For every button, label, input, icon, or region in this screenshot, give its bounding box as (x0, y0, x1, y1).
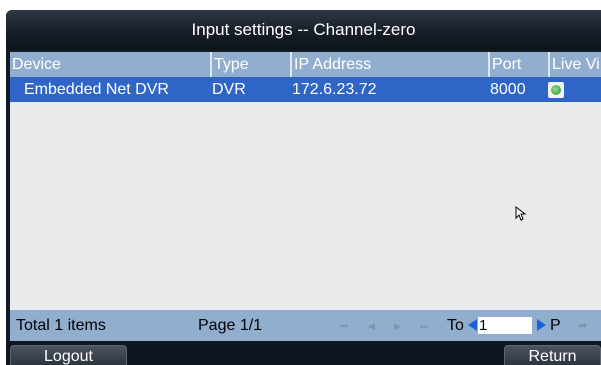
dialog-title: Input settings -- Channel-zero (6, 10, 601, 50)
table-header: Device Type IP Address Port Live Vi (10, 52, 601, 77)
return-button[interactable]: Return (504, 345, 601, 365)
cell-type: DVR (212, 81, 246, 98)
total-items-label: Total 1 items (16, 317, 106, 334)
logout-button[interactable]: Logout (10, 345, 127, 365)
button-bar: Logout Return (6, 341, 601, 365)
p-label: P (550, 317, 561, 334)
input-settings-dialog: Input settings -- Channel-zero Device Ty… (6, 10, 601, 365)
page-decrement-icon[interactable] (468, 319, 477, 331)
mouse-cursor-icon (515, 206, 527, 221)
go-page-icon[interactable]: ➡ (578, 321, 587, 332)
table-body: Embedded Net DVR DVR 172.6.23.72 8000 (10, 77, 601, 310)
prev-page-icon[interactable]: ◀ (368, 321, 375, 331)
page-indicator: Page 1/1 (198, 317, 263, 334)
page-number-input[interactable]: 1 (478, 317, 532, 334)
cell-port: 8000 (490, 81, 526, 98)
page-increment-icon[interactable] (537, 319, 546, 331)
first-page-icon[interactable]: ⏮ (340, 321, 348, 331)
last-page-icon[interactable]: ⏭ (420, 321, 428, 331)
column-header-ip-address[interactable]: IP Address (290, 52, 488, 77)
pagination-bar: Total 1 items Page 1/1 ⏮ ◀ ▶ ⏭ To 1 P ➡ (10, 310, 601, 341)
column-header-device[interactable]: Device (10, 52, 210, 77)
next-page-icon[interactable]: ▶ (394, 321, 401, 331)
table-row[interactable]: Embedded Net DVR DVR 172.6.23.72 8000 (10, 77, 601, 102)
column-header-port[interactable]: Port (488, 52, 548, 77)
live-view-icon[interactable] (548, 82, 564, 98)
cell-ip-address: 172.6.23.72 (292, 81, 377, 98)
cell-device: Embedded Net DVR (24, 81, 169, 98)
to-label: To (447, 317, 464, 334)
column-header-type[interactable]: Type (210, 52, 290, 77)
column-header-live-view[interactable]: Live Vi (548, 52, 601, 77)
